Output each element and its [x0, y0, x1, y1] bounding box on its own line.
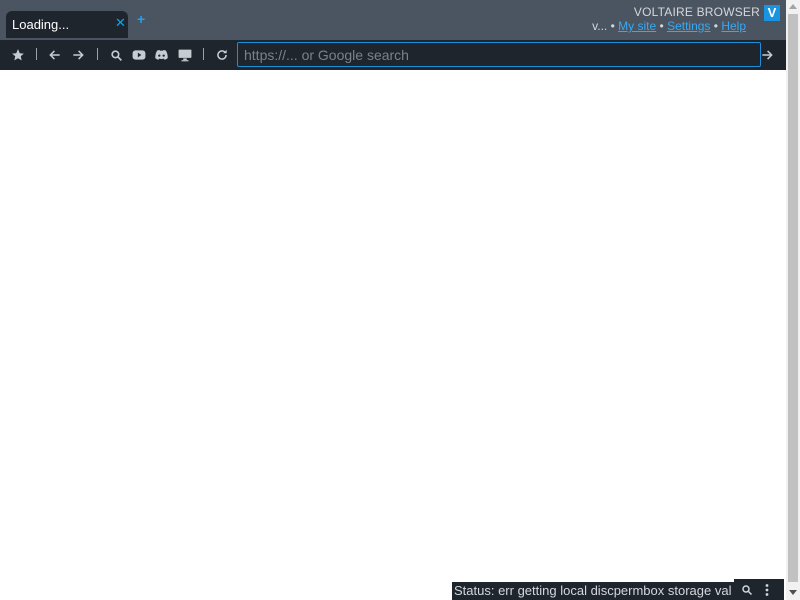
- youtube-button[interactable]: [131, 40, 147, 70]
- search-button[interactable]: [108, 40, 124, 70]
- scroll-up-icon[interactable]: [789, 4, 797, 9]
- desktop-button[interactable]: [177, 40, 193, 70]
- discord-button[interactable]: [153, 40, 170, 70]
- brand-name: VOLTAIRE BROWSER: [633, 5, 760, 19]
- settings-link[interactable]: Settings: [667, 19, 710, 33]
- forward-button[interactable]: [69, 40, 87, 70]
- status-search-button[interactable]: [738, 579, 756, 600]
- status-menu-button[interactable]: [760, 579, 774, 600]
- toolbar-divider: [203, 48, 204, 60]
- discord-icon: [155, 50, 168, 60]
- browser-window: Loading... ✕ + VOLTAIRE BROWSER V v... •…: [0, 0, 800, 600]
- youtube-icon: [132, 50, 146, 60]
- go-button[interactable]: [758, 40, 776, 70]
- page-content[interactable]: [0, 70, 786, 600]
- my-site-link[interactable]: My site: [618, 19, 656, 33]
- link-separator: •: [659, 19, 664, 33]
- brand-logo-icon: V: [764, 5, 780, 21]
- tab-title: Loading...: [12, 17, 70, 32]
- status-tools: [734, 579, 784, 600]
- link-separator: •: [610, 19, 615, 33]
- tab-bar: Loading... ✕ + VOLTAIRE BROWSER V v... •…: [0, 0, 786, 40]
- scroll-down-icon[interactable]: [789, 590, 797, 595]
- monitor-icon: [178, 49, 192, 61]
- status-bar: Status: err getting local discpermbox st…: [452, 582, 736, 600]
- vertical-scrollbar[interactable]: [786, 0, 800, 600]
- toolbar-divider: [97, 48, 98, 60]
- navigation-toolbar: [0, 40, 786, 70]
- url-input[interactable]: [237, 42, 761, 67]
- scroll-thumb[interactable]: [788, 14, 798, 582]
- link-separator: •: [713, 19, 718, 33]
- back-button[interactable]: [46, 40, 64, 70]
- reload-icon: [217, 49, 227, 60]
- reload-button[interactable]: [213, 40, 231, 70]
- bookmark-button[interactable]: [9, 40, 27, 70]
- star-icon: [12, 49, 24, 61]
- close-tab-icon[interactable]: ✕: [115, 16, 126, 30]
- arrow-left-icon: [49, 50, 60, 60]
- arrow-right-icon: [73, 50, 84, 60]
- user-links: v... • My site • Settings • Help: [592, 19, 746, 33]
- new-tab-button[interactable]: +: [137, 12, 145, 26]
- tab-loading[interactable]: Loading... ✕: [6, 11, 128, 38]
- status-text: Status: err getting local discpermbox st…: [454, 583, 732, 598]
- search-icon: [110, 49, 122, 61]
- user-name: v...: [592, 19, 608, 33]
- toolbar-divider: [36, 48, 37, 60]
- help-link[interactable]: Help: [721, 19, 746, 33]
- search-icon: [742, 584, 753, 595]
- arrow-right-icon: [762, 50, 773, 60]
- more-vertical-icon: [765, 583, 769, 596]
